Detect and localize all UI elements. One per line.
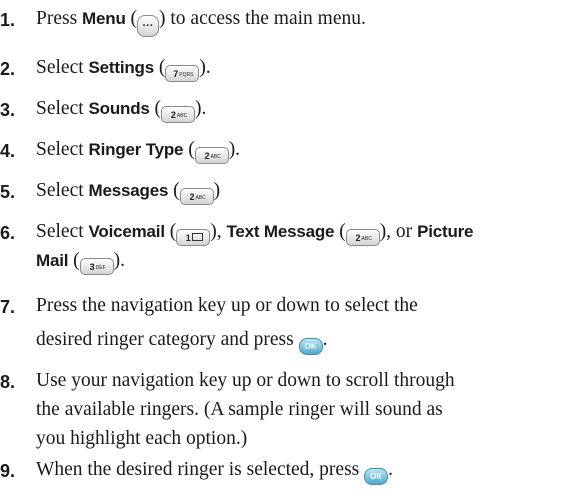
step-text-part: ) to access the main menu. bbox=[159, 8, 366, 29]
step-text: Select Sounds (2ABC). bbox=[36, 98, 206, 123]
step-text-line-3: you highlight each option.) bbox=[36, 428, 248, 449]
step-text-part: ). bbox=[199, 57, 211, 78]
key-2-icon: 2ABC bbox=[179, 188, 214, 205]
step-text: When the desired ringer is selected, pre… bbox=[36, 459, 393, 485]
step-text-line-2: the available ringers. (A sample ringer … bbox=[36, 399, 443, 420]
step-text-part: ) bbox=[213, 180, 221, 201]
key-3-icon: 3DEF bbox=[79, 258, 114, 275]
step-text: Select Settings (7PQRS). bbox=[36, 57, 211, 82]
step-text-part: ( bbox=[164, 221, 177, 242]
step-text-part: desired ringer category and press bbox=[36, 329, 299, 350]
step-number: 5. bbox=[0, 182, 16, 202]
step-text-part: Press bbox=[36, 8, 83, 29]
step-text-part: ), bbox=[210, 221, 227, 242]
step-text-line-2: Mail (3DEF). bbox=[36, 250, 125, 275]
step-text-part: ( bbox=[168, 180, 180, 201]
key-7-icon: 7PQRS bbox=[165, 65, 200, 82]
step-text-part: ( bbox=[125, 8, 138, 29]
step-text-part: ( bbox=[149, 98, 162, 119]
step-text: Select Messages (2ABC) bbox=[36, 180, 220, 205]
step-number: 2. bbox=[0, 59, 16, 79]
text-message-label: Text Message bbox=[226, 222, 335, 241]
ok-key-icon: OK bbox=[298, 338, 323, 355]
step-number: 6. bbox=[0, 223, 16, 243]
ringer-type-label: Ringer Type bbox=[88, 140, 184, 159]
step-text-part: When the desired ringer is selected, pre… bbox=[36, 459, 365, 480]
step-text-line-1: Use your navigation key up or down to sc… bbox=[36, 370, 455, 391]
ok-key-icon: OK bbox=[364, 468, 389, 485]
envelope-icon bbox=[191, 233, 203, 241]
picture-label: Picture bbox=[417, 222, 474, 241]
step-number: 7. bbox=[0, 297, 16, 317]
key-2-icon: 2ABC bbox=[345, 229, 380, 246]
step-text-part: . bbox=[388, 459, 394, 480]
menu-key-icon: ··· bbox=[137, 15, 160, 37]
step-text-line-1: Select Voicemail (1), Text Message (2ABC… bbox=[36, 221, 473, 246]
step-text-part: Select bbox=[36, 180, 89, 201]
step-number: 4. bbox=[0, 141, 16, 161]
step-text-part: Select bbox=[36, 57, 89, 78]
mail-label: Mail bbox=[36, 251, 69, 270]
step-text-part: ( bbox=[154, 57, 166, 78]
settings-label: Settings bbox=[88, 58, 155, 77]
step-number: 8. bbox=[0, 372, 16, 392]
step-text-part: ). bbox=[113, 250, 126, 271]
key-2-icon: 2ABC bbox=[194, 147, 229, 164]
step-text-part: ). bbox=[195, 98, 207, 119]
instruction-document: 1. Press Menu (···) to access the main m… bbox=[0, 0, 586, 491]
step-text-part: Select bbox=[36, 221, 89, 242]
menu-label: Menu bbox=[82, 9, 126, 28]
messages-label: Messages bbox=[88, 181, 169, 200]
step-text-part: . bbox=[322, 329, 328, 350]
step-text: Select Ringer Type (2ABC). bbox=[36, 139, 240, 164]
sounds-label: Sounds bbox=[88, 99, 150, 118]
key-2-icon: 2ABC bbox=[161, 106, 196, 123]
step-text-part: ( bbox=[68, 250, 80, 271]
step-text-part: Select bbox=[36, 98, 89, 119]
step-text-line-2: desired ringer category and press OK. bbox=[36, 329, 327, 355]
key-1-voicemail-icon: 1 bbox=[176, 229, 211, 246]
voicemail-label: Voicemail bbox=[88, 222, 166, 241]
step-text-part: ( bbox=[334, 221, 346, 242]
step-text-part: ( bbox=[183, 139, 195, 160]
step-text-line-1: Press the navigation key up or down to s… bbox=[36, 295, 418, 316]
step-text-part: ). bbox=[228, 139, 241, 160]
step-number: 3. bbox=[0, 100, 16, 120]
step-text-part: ), or bbox=[379, 221, 418, 242]
step-text-part: Select bbox=[36, 139, 89, 160]
step-text: Press Menu (···) to access the main menu… bbox=[36, 8, 366, 37]
step-number: 9. bbox=[0, 461, 16, 481]
step-number: 1. bbox=[0, 10, 16, 30]
